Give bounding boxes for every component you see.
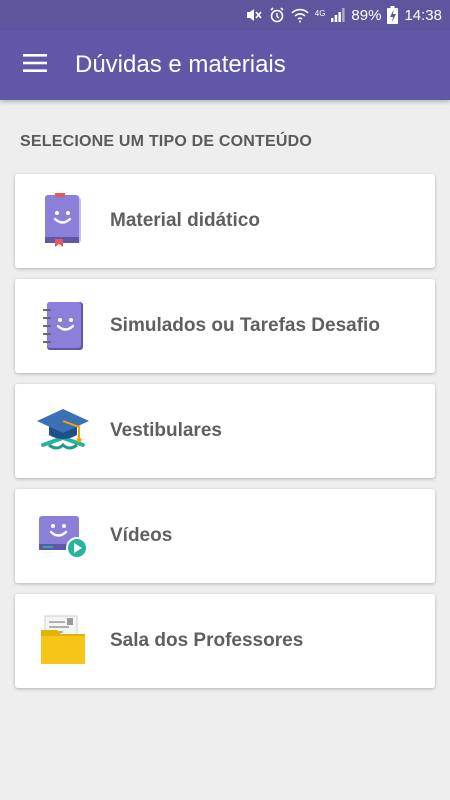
network-type-label: 4G [314, 8, 326, 18]
alarm-icon [269, 6, 285, 24]
battery-charging-icon [387, 6, 399, 24]
video-icon [15, 489, 110, 583]
status-time: 14:38 [404, 6, 442, 24]
card-label: Vestibulares [110, 420, 222, 441]
notebook-icon [15, 279, 110, 373]
folder-icon [15, 594, 110, 688]
card-label: Vídeos [110, 525, 173, 546]
app-bar: Dúvidas e materiais [0, 30, 450, 100]
mute-icon [245, 6, 263, 24]
videos-card[interactable]: Vídeos [15, 489, 435, 583]
menu-button[interactable] [0, 30, 70, 100]
page-title: Dúvidas e materiais [75, 51, 286, 78]
battery-percent: 89% [351, 6, 382, 24]
graduation-cap-icon [15, 384, 110, 478]
sala-professores-card[interactable]: Sala dos Professores [15, 594, 435, 688]
book-icon [15, 174, 110, 268]
signal-icon [331, 6, 346, 24]
card-label: Sala dos Professores [110, 630, 304, 651]
card-label: Simulados ou Tarefas Desafio [110, 315, 380, 336]
simulados-card[interactable]: Simulados ou Tarefas Desafio [15, 279, 435, 373]
wifi-icon [291, 6, 309, 24]
hamburger-menu-icon [23, 53, 47, 77]
vestibulares-card[interactable]: Vestibulares [15, 384, 435, 478]
section-label: SELECIONE UM TIPO DE CONTEÚDO [20, 133, 313, 150]
material-didatico-card[interactable]: Material didático [15, 174, 435, 268]
card-label: Material didático [110, 210, 260, 231]
status-bar: 4G 89% 14:38 [0, 0, 450, 30]
